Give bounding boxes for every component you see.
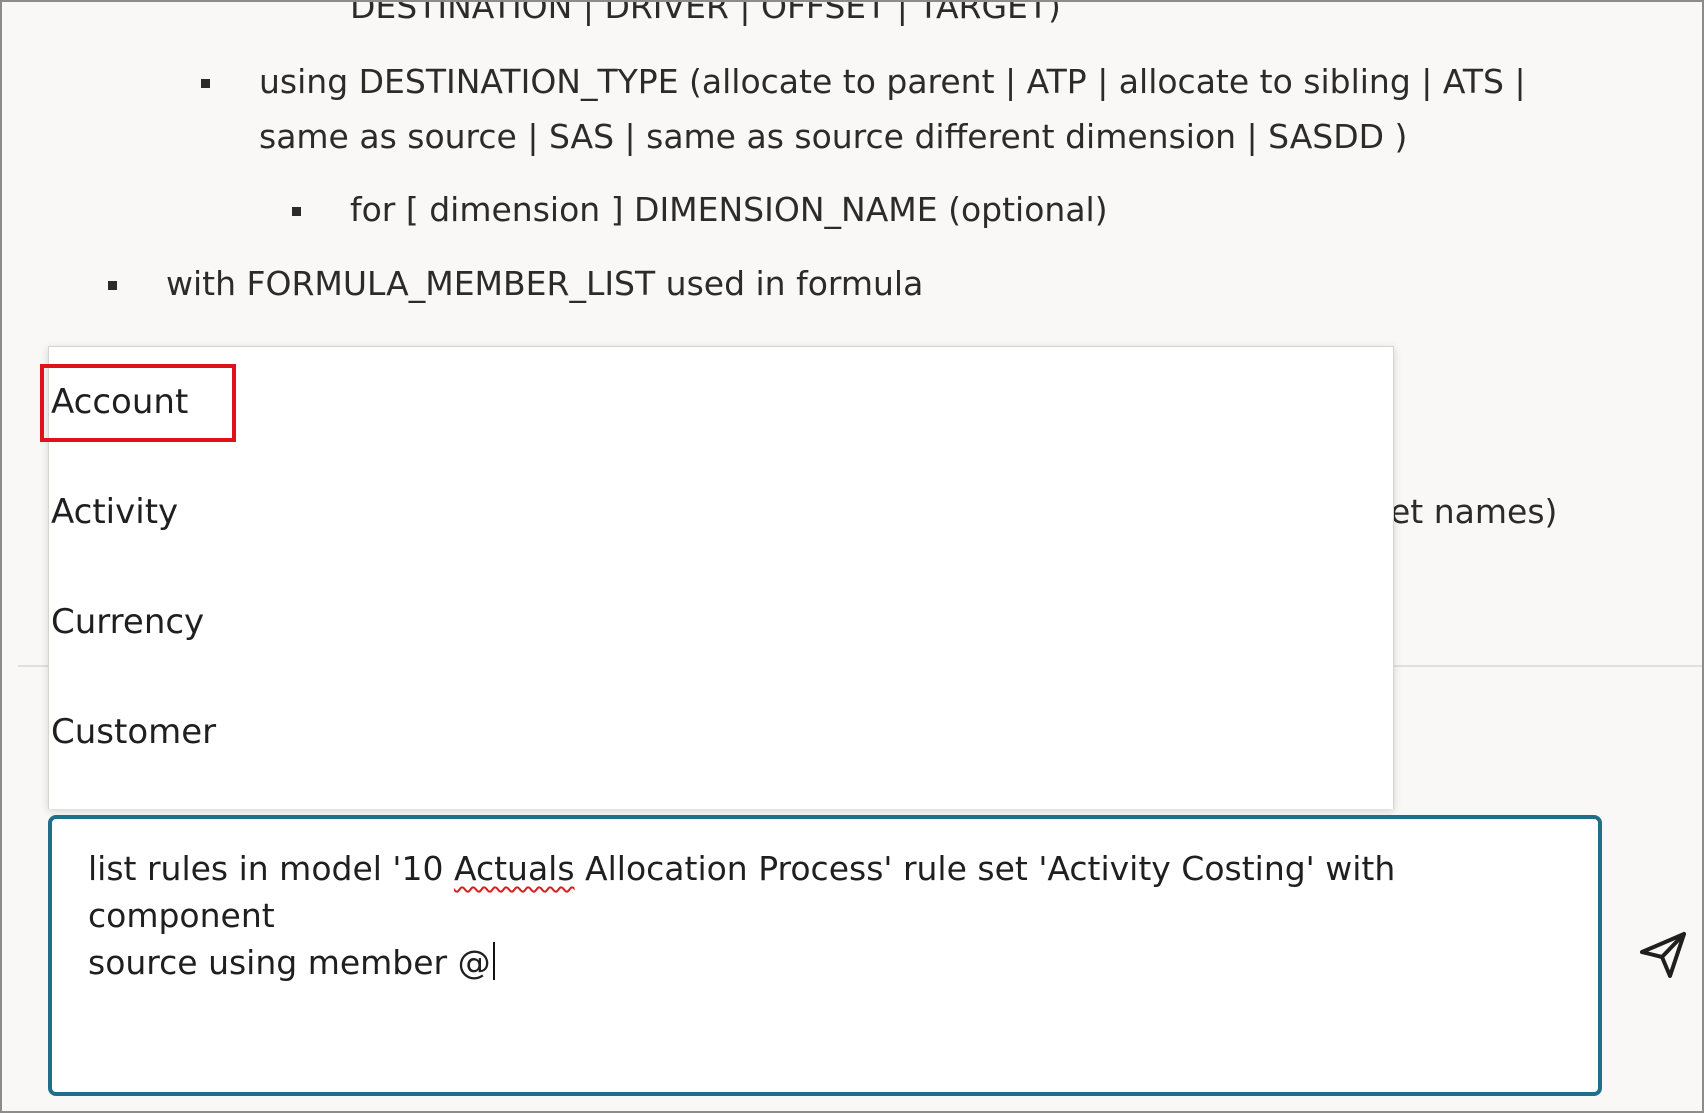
member-suggestion-dropdown: Account Activity Currency Customer [48,346,1394,809]
syntax-line-with: with FORMULA_MEMBER_LIST used in formula [166,264,924,303]
syntax-line-using: using DESTINATION_TYPE (allocate to pare… [259,62,1526,101]
bullet-marker [292,207,301,216]
syntax-line-cut: DESTINATION | DRIVER | OFFSET | TARGET) [350,0,1061,26]
syntax-line-using-cont: same as source | SAS | same as source di… [259,117,1408,156]
syntax-line-for: for [ dimension ] DIMENSION_NAME (option… [350,190,1108,229]
bullet-marker [201,79,210,88]
highlight-box [40,364,236,442]
suggestion-label: Activity [51,492,179,532]
bullet-marker [108,281,117,290]
prompt-input-text[interactable]: list rules in model '10 Actuals Allocati… [88,845,1568,986]
syntax-line-partial: et names) [1390,492,1558,531]
misspelled-word: Actuals [453,849,575,888]
suggestion-label: Currency [51,602,205,642]
suggestion-item-activity[interactable]: Activity [49,457,1393,567]
chat-panel: DESTINATION | DRIVER | OFFSET | TARGET) … [0,0,1704,1113]
suggestion-label: Customer [51,712,217,752]
suggestion-item-customer[interactable]: Customer [49,677,1393,787]
prompt-text-part: list rules in model '10 [88,849,454,888]
prompt-input[interactable]: list rules in model '10 Actuals Allocati… [48,815,1602,1096]
send-icon [1640,932,1686,978]
text-caret [492,942,495,980]
suggestion-item-currency[interactable]: Currency [49,567,1393,677]
suggestion-item-account[interactable]: Account [49,347,1393,457]
send-button[interactable] [1636,926,1692,982]
